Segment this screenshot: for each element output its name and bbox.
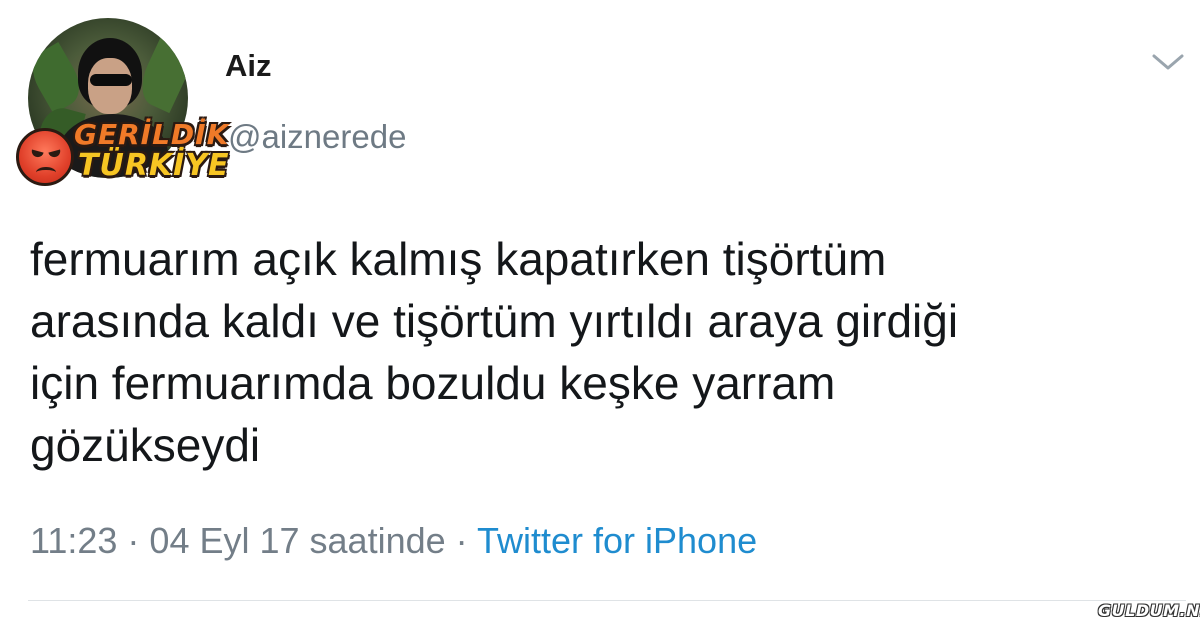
chevron-down-icon[interactable]	[1150, 50, 1186, 74]
gerildik-turkiye-logo: GERİLDİK TÜRKİYE	[12, 118, 229, 188]
divider	[28, 600, 1186, 601]
user-display-name[interactable]: Aiz	[225, 48, 272, 84]
avatar-face	[88, 58, 132, 114]
meta-separator: ·	[117, 520, 150, 561]
logo-line1: GERİLDİK	[74, 118, 230, 151]
tweet-time: 11:23	[30, 520, 118, 561]
user-handle[interactable]: @aiznerede	[228, 118, 406, 156]
tweet-text: fermuarım açık kalmış kapatırken tişörtü…	[30, 233, 959, 471]
sunglasses-icon	[90, 74, 132, 86]
tweet-source-link[interactable]: Twitter for iPhone	[477, 520, 757, 561]
watermark: GULDUM.NET	[1098, 601, 1200, 620]
logo-line2: TÜRKİYE	[78, 148, 230, 183]
tweet-meta: 11:23 · 04 Eyl 17 saatinde · Twitter for…	[30, 520, 757, 562]
tweet-date[interactable]: 04 Eyl 17 saatinde	[149, 520, 445, 561]
angry-face-icon	[16, 128, 74, 186]
meta-separator: ·	[445, 520, 477, 561]
